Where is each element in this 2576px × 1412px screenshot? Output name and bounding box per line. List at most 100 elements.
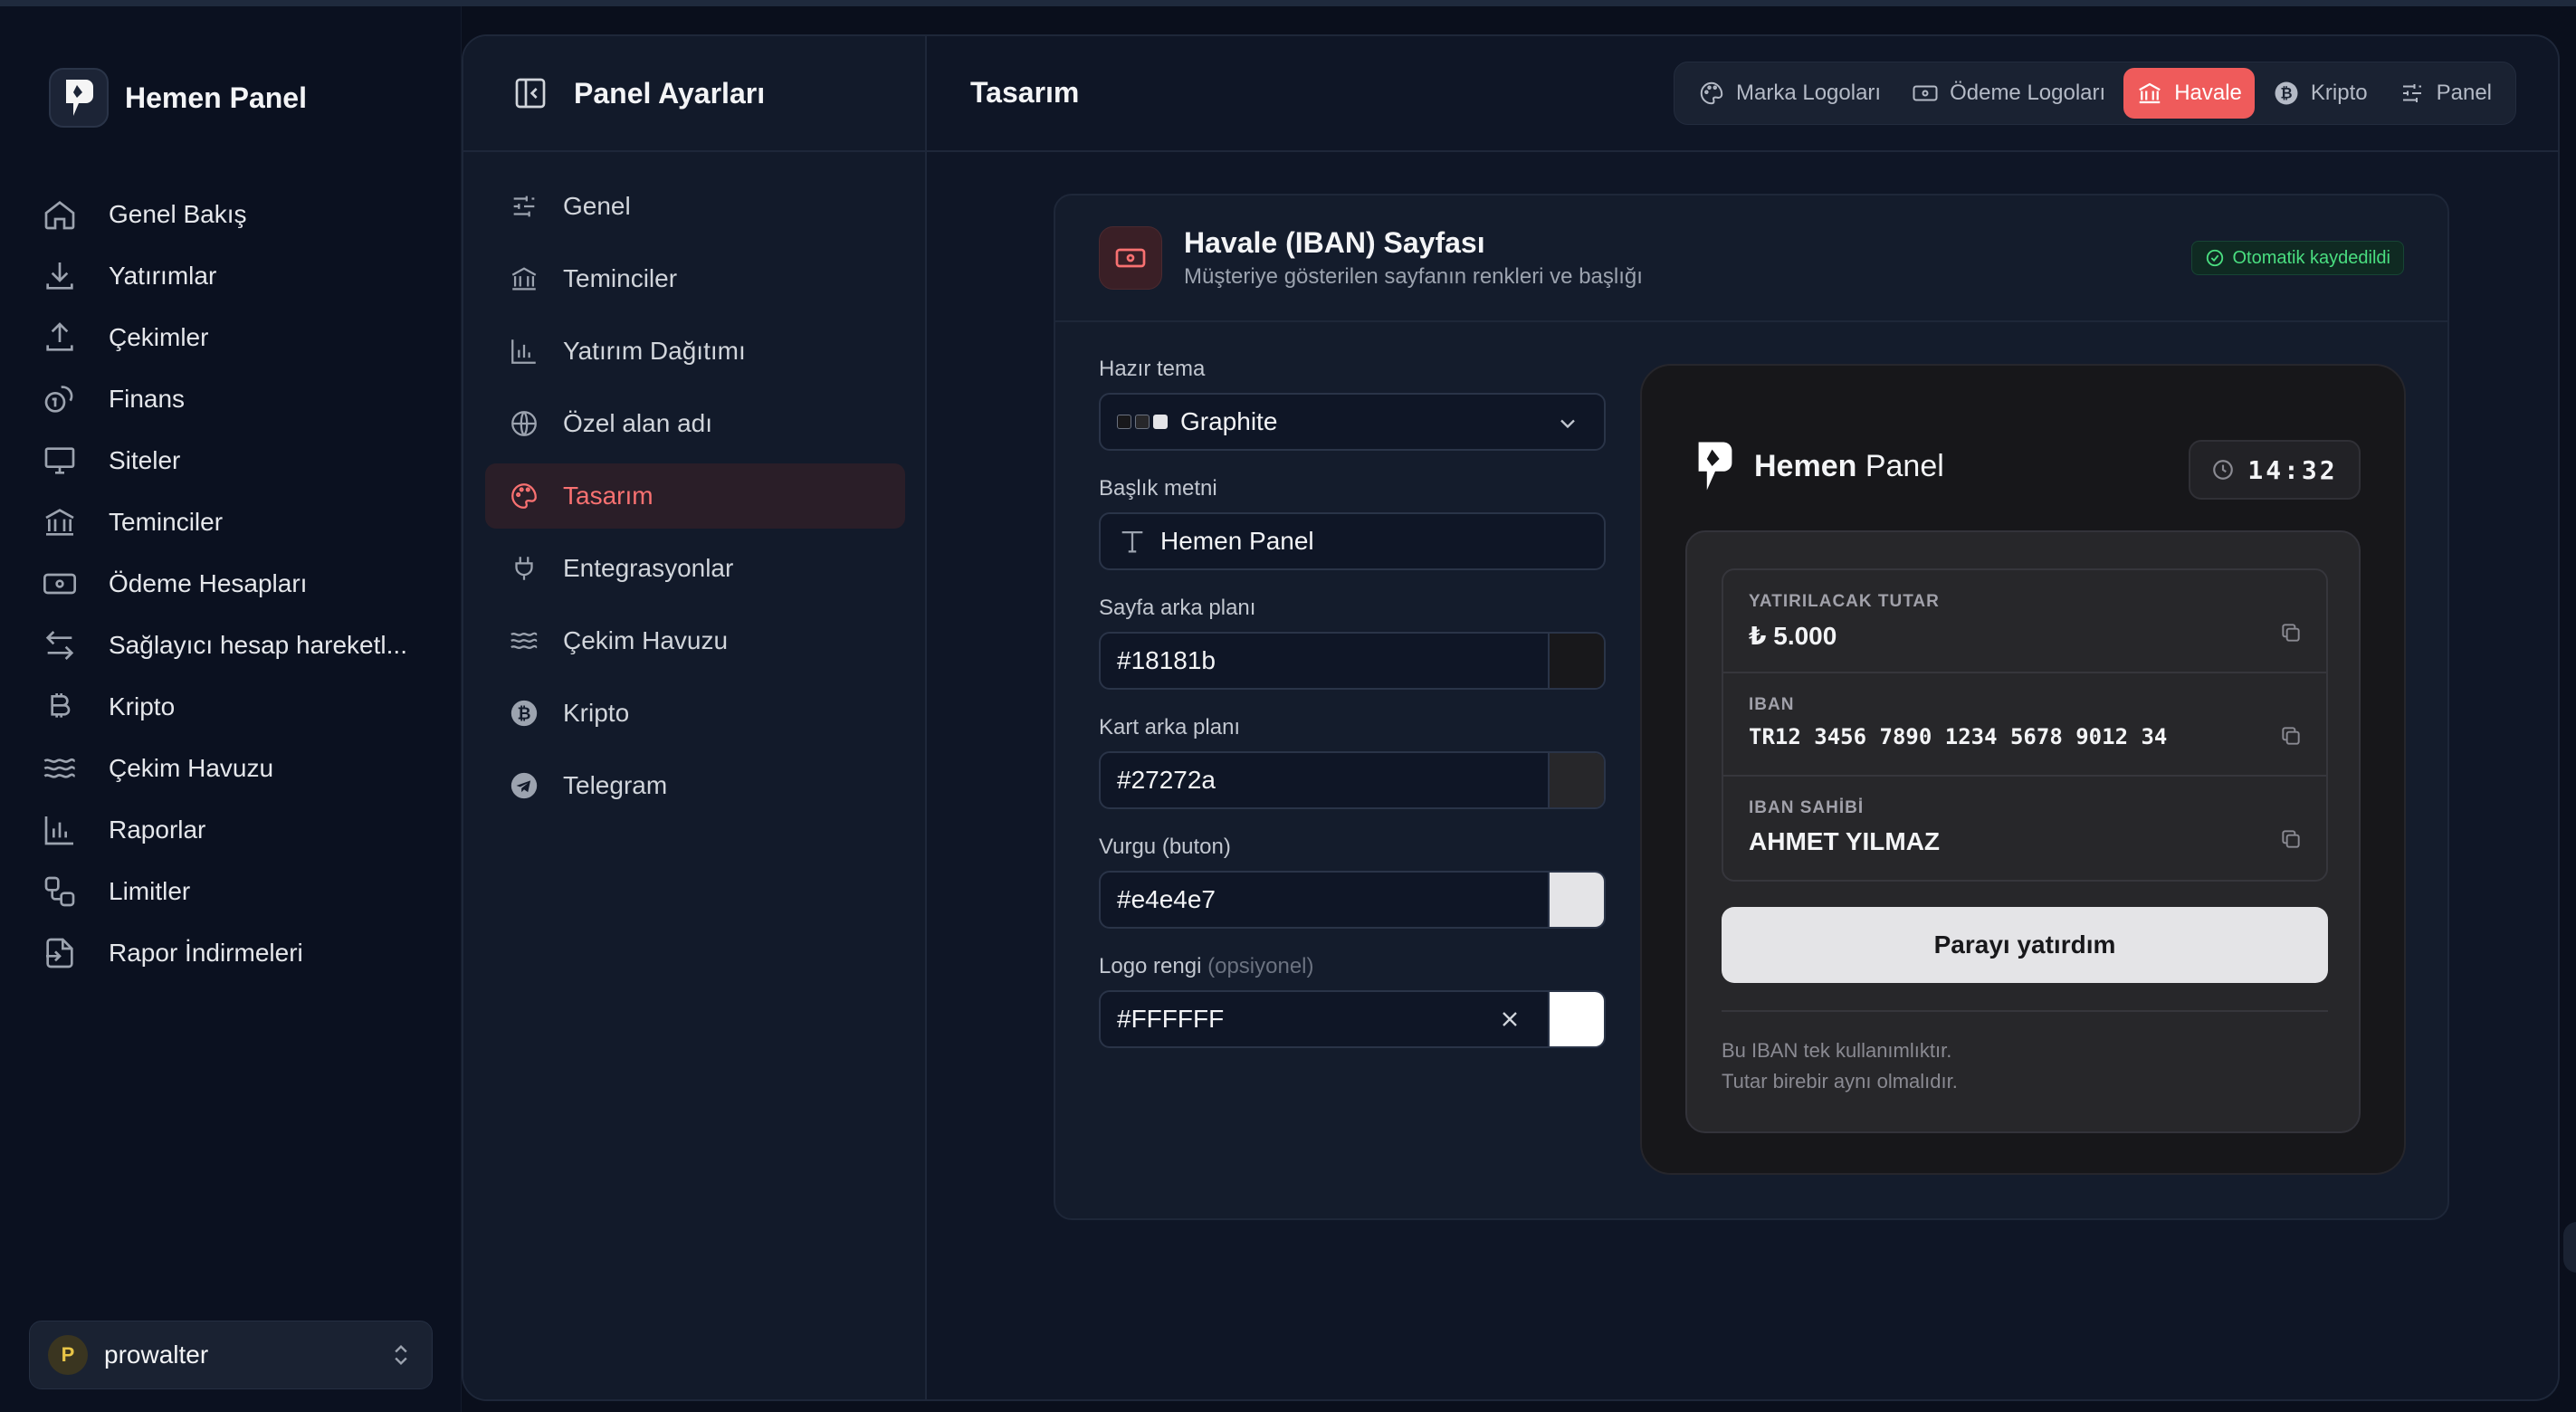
sidebar-item-kripto[interactable]: Kripto (38, 676, 436, 738)
sidebar-item-raporlar[interactable]: Raporlar (38, 799, 436, 861)
svg-text:₿: ₿ (517, 704, 530, 723)
sidebar-item-odeme-hesaplari[interactable]: Ödeme Hesapları (38, 553, 436, 615)
tab-label: Panel (2436, 81, 2492, 105)
collapse-sidebar-icon[interactable] (512, 75, 549, 111)
brand-logo-icon (49, 68, 109, 128)
tab-kripto[interactable]: ₿ Kripto (2260, 68, 2380, 119)
settings-item-cekim-havuzu[interactable]: Çekim Havuzu (485, 608, 905, 673)
sidebar-item-cekimler[interactable]: Çekimler (38, 307, 436, 368)
user-menu[interactable]: P prowalter (29, 1321, 433, 1389)
iban-page-preview: Hemen Panel 14:32 YATIRILACAK TUTAR ₺ 5.… (1640, 364, 2406, 1175)
settings-item-ozel-alan-adi[interactable]: Özel alan adı (485, 391, 905, 456)
card-bg-value: #27272a (1117, 766, 1216, 794)
settings-item-label: Özel alan adı (563, 409, 712, 437)
sidebar-item-limitler[interactable]: Limitler (38, 861, 436, 922)
accent-label: Vurgu (buton) (1099, 835, 1231, 859)
logo-color-swatch[interactable] (1548, 992, 1604, 1046)
settings-item-label: Yatırım Dağıtımı (563, 337, 746, 365)
sidebar-item-finans[interactable]: Finans (38, 368, 436, 430)
brand-name: Hemen Panel (125, 81, 307, 114)
sliders-icon (2402, 84, 2421, 102)
tab-label: Havale (2174, 81, 2242, 105)
settings-item-tasarim[interactable]: Tasarım (485, 463, 905, 529)
sidebar-item-label: Raporlar (109, 816, 206, 844)
palette-icon (511, 483, 537, 509)
settings-item-yatirim-dagitimi[interactable]: Yatırım Dağıtımı (485, 319, 905, 384)
sidebar-item-label: Finans (109, 385, 186, 413)
heading-input[interactable]: Hemen Panel (1099, 512, 1606, 570)
preview-note: Bu IBAN tek kullanımlıktır. Tutar birebi… (1722, 1039, 1958, 1092)
logo-color-input[interactable]: #FFFFFF (1099, 990, 1606, 1048)
amount-value: ₺ 5.000 (1749, 622, 1837, 650)
sidebar-item-label: Kripto (109, 692, 176, 720)
settings-item-entegrasyonlar[interactable]: Entegrasyonlar (485, 536, 905, 601)
logo-color-label: Logo rengi (opsiyonel) (1099, 954, 1314, 978)
settings-item-genel[interactable]: Genel (485, 174, 905, 239)
sidebar-item-teminciler[interactable]: Teminciler (38, 491, 436, 553)
accent-input[interactable]: #e4e4e7 (1099, 871, 1606, 929)
design-tabs: Marka Logoları Ödeme Logoları Havale ₿ K… (1674, 62, 2516, 125)
holder-label: IBAN SAHİBİ (1749, 798, 1865, 817)
accent-swatch[interactable] (1548, 873, 1604, 927)
page-bg-input[interactable]: #18181b (1099, 632, 1606, 690)
sidebar-item-genel-bakis[interactable]: Genel Bakış (38, 184, 436, 245)
svg-text:₿: ₿ (2280, 85, 2292, 102)
telegram-icon (510, 772, 538, 799)
card-header: Havale (IBAN) Sayfası Müşteriye gösteril… (1055, 196, 2447, 322)
copy-icon[interactable] (2279, 621, 2303, 644)
divider (1722, 1010, 2328, 1012)
heading-label: Başlık metni (1099, 476, 1217, 501)
card-bg-input[interactable]: #27272a (1099, 751, 1606, 809)
content-header: Tasarım Marka Logoları Ödeme Logoları Ha… (927, 36, 2558, 152)
bank-icon (511, 267, 537, 291)
waves-icon (43, 758, 75, 778)
sidebar-item-saglayici-hareketleri[interactable]: Sağlayıcı hesap hareketl... (38, 615, 436, 676)
preview-brand: Hemen Panel (1694, 440, 1944, 492)
settings-item-kripto[interactable]: ₿ Kripto (485, 681, 905, 746)
tab-marka-logolari[interactable]: Marka Logoları (1685, 68, 1894, 119)
sidebar-item-yatirimlar[interactable]: Yatırımlar (38, 245, 436, 307)
sidebar-item-rapor-indirmeleri[interactable]: Rapor İndirmeleri (38, 922, 436, 984)
tab-label: Kripto (2310, 81, 2368, 105)
settings-item-label: Çekim Havuzu (563, 626, 729, 654)
preview-iban-row: IBAN TR12 3456 7890 1234 5678 9012 34 (1723, 673, 2326, 777)
banknote-icon (1913, 85, 1938, 101)
sidebar-item-cekim-havuzu[interactable]: Çekim Havuzu (38, 738, 436, 799)
plug-icon (515, 557, 533, 580)
chevrons-up-down-icon (395, 1345, 407, 1365)
design-form: Hazır tema Graphite Başlık metni Hemen P… (1099, 357, 1606, 1073)
copy-icon[interactable] (2279, 724, 2303, 748)
settings-item-label: Tasarım (563, 482, 654, 510)
card-subtitle: Müşteriye gösterilen sayfanın renkleri v… (1184, 264, 1643, 289)
page-bg-swatch[interactable] (1548, 634, 1604, 688)
heading-value: Hemen Panel (1160, 527, 1314, 555)
coins-icon (44, 386, 73, 413)
settings-item-teminciler[interactable]: Teminciler (485, 246, 905, 311)
sidebar-item-label: Ödeme Hesapları (109, 569, 308, 597)
sidebar-item-label: Yatırımlar (109, 262, 217, 290)
bar-chart-icon (44, 816, 73, 845)
brand[interactable]: Hemen Panel (49, 68, 307, 128)
card-title: Havale (IBAN) Sayfası (1184, 226, 1485, 259)
tab-havale[interactable]: Havale (2123, 68, 2255, 119)
clear-icon[interactable] (1497, 1007, 1522, 1032)
copy-icon[interactable] (2279, 827, 2303, 851)
tab-panel[interactable]: Panel (2386, 68, 2504, 119)
bitcoin-icon: ₿ (2275, 81, 2298, 105)
page-bg-label: Sayfa arka planı (1099, 596, 1256, 620)
autosave-badge: Otomatik kaydedildi (2191, 241, 2404, 275)
settings-item-telegram[interactable]: Telegram (485, 753, 905, 818)
holder-value: AHMET YILMAZ (1749, 827, 1941, 855)
sidebar-item-label: Çekimler (109, 323, 209, 351)
card-bg-swatch[interactable] (1548, 753, 1604, 807)
theme-select[interactable]: Graphite (1099, 393, 1606, 451)
tab-odeme-logolari[interactable]: Ödeme Logoları (1899, 68, 2118, 119)
deposit-confirm-button[interactable]: Parayı yatırdım (1722, 907, 2328, 983)
sidebar-item-siteler[interactable]: Siteler (38, 430, 436, 491)
settings-item-label: Entegrasyonlar (563, 554, 734, 582)
chevron-down-icon (1560, 419, 1575, 429)
settings-item-label: Kripto (563, 699, 630, 727)
settings-header: Panel Ayarları (463, 36, 925, 152)
bitcoin-icon: ₿ (510, 700, 538, 727)
edge-handle[interactable] (2563, 1222, 2576, 1273)
